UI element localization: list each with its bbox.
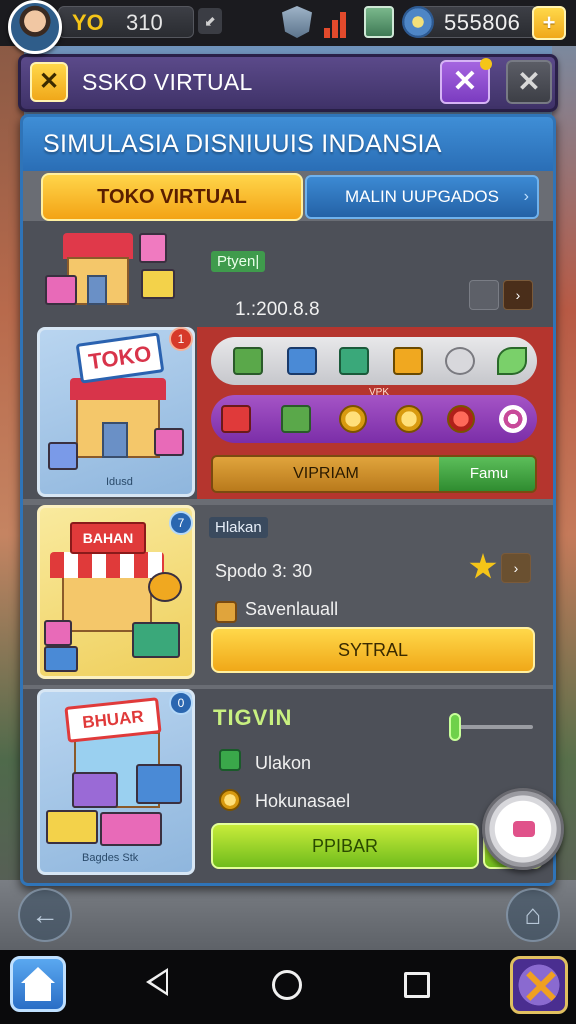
round-home-button[interactable]: ⌂ [506, 888, 560, 942]
row3-line2: Savenlauall [245, 599, 339, 619]
vip-label: VIPRIAM [213, 457, 439, 491]
panel-title: SIMULASIA DISNIUUIS INDANSIA [43, 130, 442, 158]
add-money-button[interactable]: + [532, 6, 566, 40]
level-arrow-button[interactable]: ⬋ [198, 8, 222, 34]
target-icon[interactable] [499, 405, 527, 433]
row1-price: 1.:200.8.8 [235, 299, 320, 320]
famu-button[interactable]: Famu [439, 457, 535, 491]
nav-home-icon[interactable] [272, 970, 302, 1000]
level-label: YO [72, 10, 104, 35]
row3-tag: Hlakan [209, 517, 268, 538]
bahan-badge: 7 [169, 511, 193, 535]
book-icon[interactable] [364, 6, 394, 38]
bhuar-badge: 0 [169, 691, 193, 715]
item-icons-row [211, 337, 537, 385]
row1-go-button[interactable]: › [503, 280, 533, 310]
tab-upgrades-label: MALIN UUPGADOS [345, 187, 499, 206]
avatar[interactable] [8, 0, 62, 54]
tools-app-icon[interactable] [510, 956, 568, 1014]
close-button[interactable]: ✕ [506, 60, 552, 104]
shop-row-3: BAHAN 7 Hlakan Spodo 3: 30 › Savenlauall… [23, 505, 553, 685]
toko-sign: TOKO [75, 332, 165, 384]
coin-icon [219, 789, 241, 811]
toko-caption: Idusd [106, 476, 133, 488]
red-coin-icon[interactable] [447, 405, 475, 433]
back-button[interactable]: ✕ [30, 62, 68, 102]
row4-line1: Ulakon [255, 753, 312, 773]
row3-go-button[interactable]: › [501, 553, 531, 583]
ppibar-button[interactable]: PPIBAR [211, 823, 479, 869]
row3-line1: Spodo 3: 30 [215, 561, 313, 581]
bhuar-card[interactable]: BHUAR Bagdes Stk [37, 689, 195, 875]
progress-slider-knob[interactable] [449, 713, 461, 741]
currency-icons-row [211, 395, 537, 443]
basket-icon[interactable] [287, 347, 317, 375]
sytral-button[interactable]: SYTRAL [211, 627, 535, 673]
coins-stack-icon[interactable] [445, 347, 475, 375]
leaf-icon[interactable] [497, 347, 527, 375]
gear-icon[interactable] [402, 6, 434, 38]
tab-upgrades[interactable]: MALIN UUPGADOS › [305, 175, 539, 219]
row1-option-button[interactable] [469, 280, 499, 310]
truck-icon[interactable] [393, 347, 423, 375]
level-value: 310 [126, 10, 163, 35]
home-app-icon[interactable] [10, 956, 66, 1012]
panel-header: SIMULASIA DISNIUUIS INDANSIA [23, 117, 553, 171]
toko-badge: 1 [169, 327, 193, 351]
chevron-right-icon: › [523, 188, 529, 205]
nav-back-icon[interactable] [146, 968, 168, 996]
nav-recent-icon[interactable] [404, 972, 430, 998]
round-back-button[interactable]: ← [18, 888, 72, 942]
basket-icon [219, 749, 241, 771]
coin-icon[interactable] [339, 405, 367, 433]
red-cart-icon[interactable] [221, 405, 251, 433]
bahan-sign: BAHAN [70, 522, 146, 554]
row4-line2: Hokunasael [255, 791, 351, 811]
coin-icon[interactable] [395, 405, 423, 433]
shop-illustration [43, 229, 183, 319]
money-value: 555806 [444, 10, 521, 35]
tab-toko-virtual[interactable]: TOKO VIRTUAL [41, 173, 303, 221]
progress-slider-track [453, 725, 533, 729]
shop-row-2: TOKO Idusd 1 VPK VIPRIAM Famu [23, 327, 553, 499]
window-title: SSKO VIRTUAL [82, 69, 253, 95]
toko-card[interactable]: TOKO Idusd [37, 327, 195, 497]
background-road [0, 880, 576, 950]
row4-title: TIGVIN [213, 705, 293, 730]
special-close-button[interactable]: ✕ [440, 58, 492, 104]
vip-bar[interactable]: VIPRIAM Famu [211, 455, 537, 493]
crate-icon[interactable] [339, 347, 369, 375]
shop-row-4: BHUAR Bagdes Stk 0 TIGVIN Ulakon Hokunas… [23, 689, 553, 883]
cart-icon[interactable] [233, 347, 263, 375]
bhuar-caption: Bagdes Stk [82, 852, 139, 864]
timer-icon[interactable] [482, 788, 564, 870]
star-icon [469, 553, 497, 579]
main-panel: SIMULASIA DISNIUUIS INDANSIA TOKO VIRTUA… [20, 114, 556, 886]
gift-box-icon[interactable] [281, 405, 311, 433]
row1-tag: Ptyen| [211, 251, 266, 272]
box-icon [215, 601, 237, 623]
signal-icon[interactable] [322, 6, 352, 38]
